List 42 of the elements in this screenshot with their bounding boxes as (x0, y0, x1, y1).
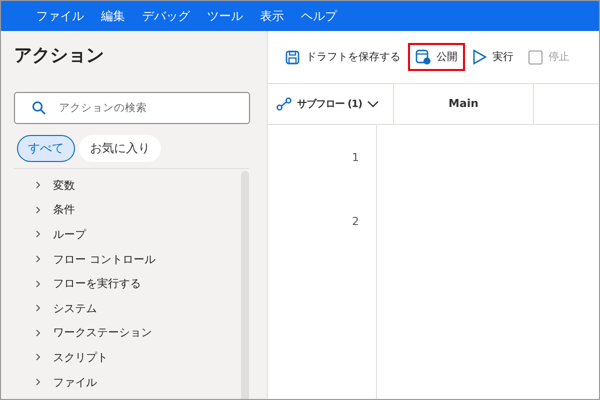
subflow-icon (276, 97, 292, 111)
save-button[interactable]: ドラフトを保存する (278, 44, 408, 70)
search-input[interactable]: アクションの検索 (57, 101, 249, 115)
stop-icon (528, 50, 542, 64)
search-field[interactable]: アクションの検索 (14, 92, 250, 124)
action-category[interactable]: 条件 (1, 198, 241, 222)
line-number: 1 (351, 151, 360, 166)
chevron-right-icon (34, 304, 42, 312)
action-category[interactable]: ループ (1, 222, 241, 247)
chevron-right-icon (34, 353, 42, 362)
menu-item[interactable]: デバッグ (142, 8, 190, 24)
action-category[interactable]: ワークステーション (1, 320, 241, 346)
chevron-down-icon (367, 100, 380, 108)
filter-tab[interactable]: お気に入り (79, 135, 161, 162)
save-icon (285, 50, 300, 64)
run-button[interactable]: 実行 (464, 43, 520, 71)
menu-item[interactable]: 編集 (101, 8, 125, 24)
search-icon (32, 101, 46, 115)
action-category[interactable]: 変数 (1, 173, 241, 198)
menu-item[interactable]: ヘルプ (301, 8, 337, 24)
scrollbar[interactable] (241, 171, 249, 399)
chevron-right-icon (34, 230, 42, 238)
filter-tab[interactable]: すべて (17, 135, 75, 162)
publish-button[interactable]: 公開 (408, 43, 464, 71)
chevron-right-icon (34, 255, 42, 264)
action-category[interactable]: フローを実行する (1, 271, 241, 296)
action-category[interactable]: ファイル (1, 370, 241, 394)
menu-item[interactable]: ファイル (36, 8, 84, 24)
menu-item[interactable]: 表示 (260, 8, 284, 24)
action-category[interactable]: フロー コントロール (1, 246, 241, 272)
chevron-right-icon (34, 378, 42, 386)
line-number: 2 (351, 215, 360, 230)
menu-item[interactable]: ツール (207, 8, 243, 24)
chevron-right-icon (34, 280, 42, 288)
publish-icon (414, 49, 430, 65)
play-icon (472, 49, 486, 65)
chevron-right-icon (34, 328, 42, 337)
chevron-right-icon (34, 206, 42, 214)
action-category[interactable]: スクリプト (1, 345, 241, 370)
panel-title: アクション (13, 44, 105, 68)
action-category[interactable]: システム (1, 296, 241, 321)
chevron-right-icon (34, 181, 42, 190)
